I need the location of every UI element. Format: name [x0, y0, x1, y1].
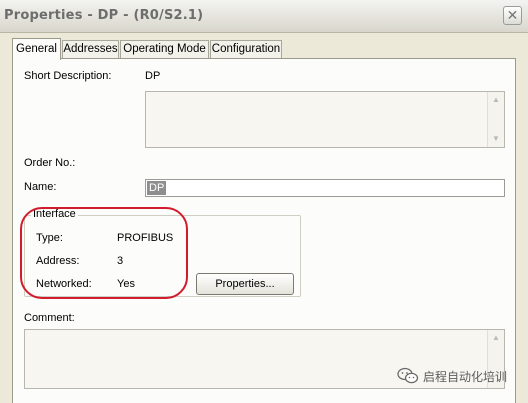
close-icon: ✕: [506, 7, 519, 23]
close-button[interactable]: ✕: [503, 6, 522, 25]
scroll-up-icon[interactable]: ▲: [489, 93, 503, 107]
interface-properties-button[interactable]: Properties...: [196, 273, 294, 295]
type-value: PROFIBUS: [117, 232, 174, 244]
watermark: 启程自动化培训: [397, 364, 507, 388]
short-description-label: Short Description:: [24, 70, 112, 82]
address-label: Address:: [36, 255, 80, 267]
description-scrollbar[interactable]: ▲ ▼: [487, 92, 504, 147]
description-textarea[interactable]: ▲ ▼: [145, 91, 505, 148]
tab-general[interactable]: General: [12, 38, 61, 60]
name-label: Name:: [24, 181, 57, 193]
scroll-down-icon[interactable]: ▼: [489, 132, 503, 146]
networked-value: Yes: [117, 278, 135, 290]
short-description-value: DP: [145, 70, 161, 82]
tab-addresses[interactable]: Addresses: [62, 40, 119, 59]
tab-operating-mode[interactable]: Operating Mode: [120, 40, 209, 59]
comment-label: Comment:: [24, 312, 75, 324]
wechat-icon: [397, 367, 419, 384]
order-no-label: Order No.:: [24, 157, 76, 169]
tab-configuration[interactable]: Configuration: [210, 40, 282, 59]
name-input-value: DP: [147, 181, 167, 195]
title-bar[interactable]: Properties - DP - (R0/S2.1) ✕: [0, 0, 528, 33]
address-value: 3: [117, 255, 124, 267]
window-title: Properties - DP - (R0/S2.1): [4, 8, 204, 23]
interface-legend: Interface: [31, 208, 78, 220]
watermark-text: 启程自动化培训: [423, 369, 508, 384]
networked-label: Networked:: [36, 278, 92, 290]
type-label: Type:: [36, 232, 63, 244]
name-input[interactable]: DP: [145, 179, 505, 197]
comment-scroll-up-icon[interactable]: ▲: [489, 331, 503, 345]
